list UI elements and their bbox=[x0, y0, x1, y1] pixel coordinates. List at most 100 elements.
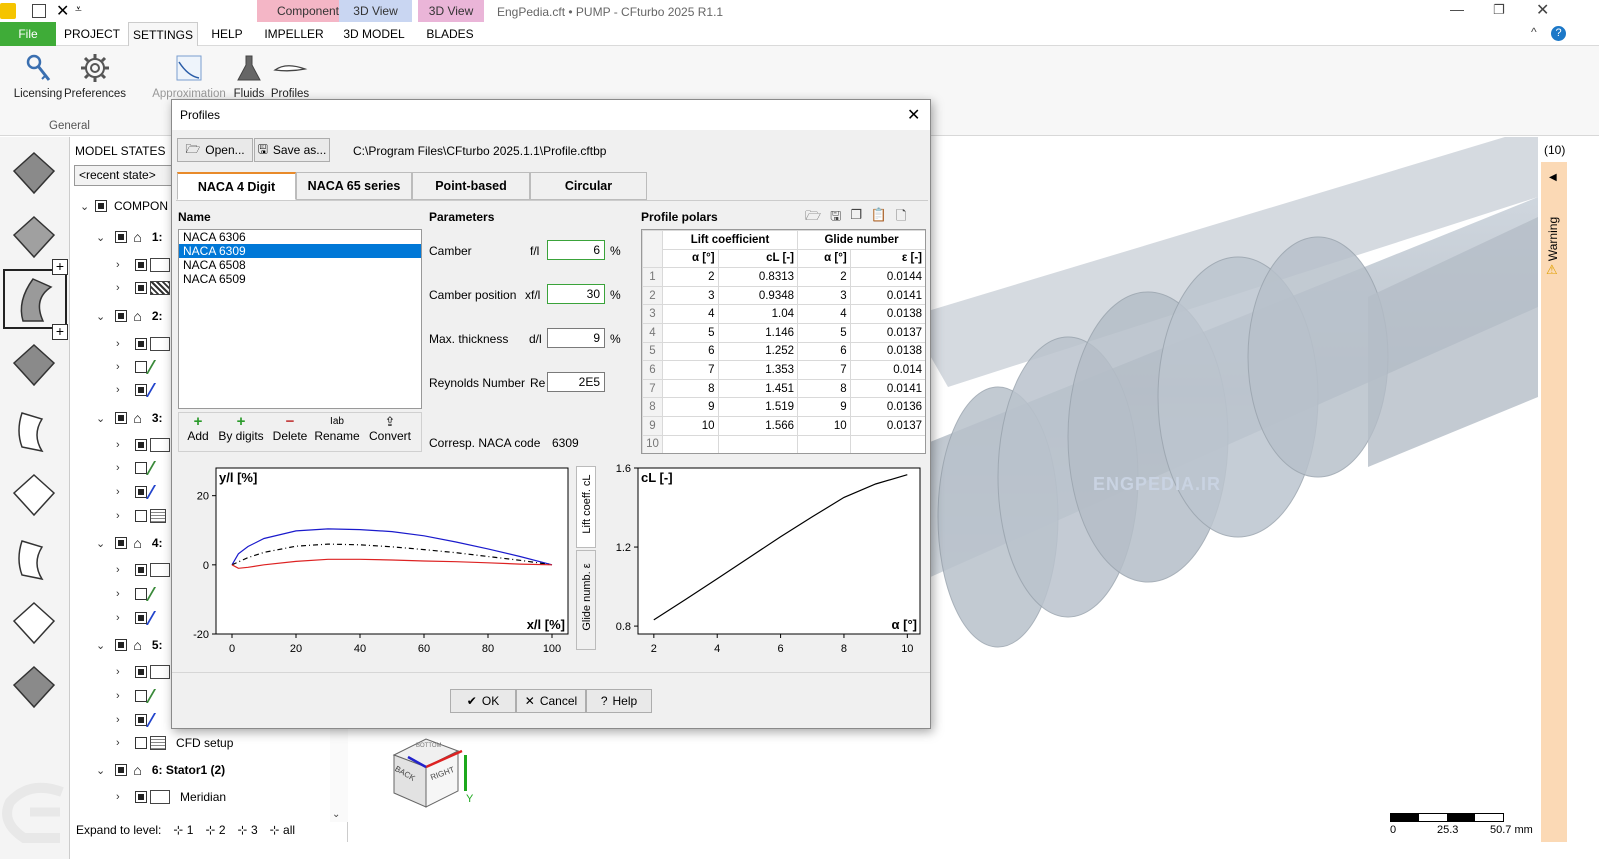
component-shape-icon[interactable] bbox=[8, 147, 60, 199]
add-plus-icon[interactable]: + bbox=[52, 324, 68, 340]
expand-level-3[interactable]: ⊹ 3 bbox=[238, 823, 258, 837]
tree-group-5[interactable]: ⌄ ⌂ 5: bbox=[96, 635, 163, 655]
polars-cell[interactable]: 0.014 bbox=[849, 360, 925, 380]
polars-cell[interactable]: 7 bbox=[797, 360, 851, 380]
tree-item-meridian[interactable]: › Meridian bbox=[116, 787, 226, 807]
dialog-close-icon[interactable]: ✕ bbox=[907, 105, 920, 125]
cancel-button[interactable]: ✕ Cancel bbox=[516, 689, 586, 713]
app-logo-icon[interactable] bbox=[0, 3, 16, 19]
help-button[interactable]: ? Help bbox=[586, 689, 652, 713]
polars-cell[interactable]: 0.0141 bbox=[849, 285, 925, 306]
component-outline-icon[interactable] bbox=[8, 469, 60, 521]
profiles-button[interactable]: Profiles bbox=[268, 52, 312, 100]
polars-row[interactable]: 10 bbox=[642, 434, 925, 453]
tab-naca-4-digit[interactable]: NACA 4 Digit bbox=[177, 172, 296, 200]
polars-cell[interactable]: 1.566 bbox=[717, 415, 799, 436]
polars-cell[interactable]: 6 bbox=[662, 341, 719, 362]
tree-item[interactable]: › bbox=[116, 458, 175, 478]
polars-row[interactable]: 2 3 0.9348 3 0.0141 bbox=[642, 285, 925, 306]
context-tab-3dview-1[interactable]: 3D View bbox=[339, 0, 412, 22]
max-thickness-input[interactable]: 9 bbox=[547, 328, 605, 348]
tree-item[interactable]: › bbox=[116, 435, 171, 455]
polars-cell[interactable]: 5 bbox=[662, 322, 719, 343]
polars-cell[interactable]: 1.252 bbox=[717, 341, 799, 362]
polars-cell[interactable]: 1.519 bbox=[717, 397, 799, 417]
tree-item[interactable]: › bbox=[116, 686, 175, 706]
polars-cell[interactable]: 4 bbox=[662, 304, 719, 324]
component-shape-icon[interactable] bbox=[8, 211, 60, 263]
polars-table-container[interactable]: Lift coefficient Glide number α [°] cL [… bbox=[641, 229, 926, 454]
polars-cell[interactable] bbox=[717, 434, 799, 453]
polars-cell[interactable]: 6 bbox=[797, 341, 851, 362]
paste-icon[interactable]: 📋 bbox=[871, 207, 887, 229]
component-shape-icon[interactable] bbox=[8, 661, 60, 713]
profile-list-item[interactable]: NACA 6508 bbox=[179, 258, 421, 272]
polars-cell[interactable]: 0.0136 bbox=[849, 397, 925, 417]
polars-cell[interactable]: 4 bbox=[797, 304, 851, 324]
delete-button[interactable]: − Delete bbox=[270, 414, 310, 443]
polars-row[interactable]: 3 4 1.04 4 0.0138 bbox=[642, 304, 925, 324]
polars-cell[interactable]: 2 bbox=[797, 267, 851, 287]
tree-item[interactable]: › bbox=[116, 482, 175, 502]
tree-item[interactable]: › bbox=[116, 608, 175, 628]
polars-cell[interactable]: 10 bbox=[797, 415, 851, 436]
tab-settings[interactable]: SETTINGS bbox=[128, 22, 198, 46]
polars-cell[interactable]: 3 bbox=[797, 285, 851, 306]
tree-group-4[interactable]: ⌄ ⌂ 4: bbox=[96, 533, 163, 553]
expand-level-2[interactable]: ⊹ 2 bbox=[205, 823, 225, 837]
polars-cell[interactable]: 0.8313 bbox=[717, 267, 799, 287]
camber-position-input[interactable]: 30 bbox=[547, 284, 605, 304]
restore-icon[interactable]: ❐ bbox=[1493, 2, 1505, 18]
collapse-arrow-icon[interactable]: ◀ bbox=[1549, 172, 1557, 183]
tree-item[interactable]: › bbox=[116, 506, 167, 526]
tab-project[interactable]: PROJECT bbox=[58, 22, 126, 46]
impeller-tool-selected[interactable] bbox=[3, 269, 67, 329]
polars-cell[interactable]: 0.9348 bbox=[717, 285, 799, 306]
polars-row[interactable]: 6 7 1.353 7 0.014 bbox=[642, 360, 925, 380]
tree-item[interactable]: › bbox=[116, 357, 175, 377]
add-plus-icon[interactable]: + bbox=[52, 259, 68, 275]
polars-cell[interactable]: 0.0138 bbox=[849, 304, 925, 324]
polars-cell[interactable]: 0.0137 bbox=[849, 322, 925, 343]
profile-list[interactable]: NACA 6306 NACA 6309 NACA 6508 NACA 6509 bbox=[178, 229, 422, 409]
by-digits-button[interactable]: + By digits bbox=[217, 414, 265, 443]
tab-help[interactable]: HELP bbox=[204, 22, 250, 46]
profile-list-item-selected[interactable]: NACA 6309 bbox=[179, 244, 421, 258]
tab-naca-65-series[interactable]: NACA 65 series bbox=[296, 172, 412, 200]
save-icon[interactable]: 🖫 bbox=[830, 207, 841, 229]
tab-3d-model[interactable]: 3D MODEL bbox=[337, 22, 411, 46]
licensing-button[interactable]: Licensing bbox=[12, 52, 64, 100]
polars-row[interactable]: 7 8 1.451 8 0.0141 bbox=[642, 378, 925, 399]
tab-blades[interactable]: BLADES bbox=[418, 22, 482, 46]
component-outline-icon[interactable] bbox=[8, 597, 60, 649]
quick-access-menu-icon[interactable]: ⩡ bbox=[75, 2, 82, 17]
tree-item[interactable]: › bbox=[116, 560, 171, 580]
polars-row[interactable]: 8 9 1.519 9 0.0136 bbox=[642, 397, 925, 417]
copy-icon[interactable]: ❐ bbox=[850, 207, 862, 229]
fluids-button[interactable]: Fluids bbox=[232, 52, 266, 100]
polars-cell[interactable]: 1.146 bbox=[717, 322, 799, 343]
context-tab-3dview-2[interactable]: 3D View bbox=[418, 0, 484, 22]
polars-cell[interactable]: 0.0141 bbox=[849, 378, 925, 399]
save-as-button[interactable]: 🖫 Save as... bbox=[254, 138, 330, 162]
component-shape-icon[interactable] bbox=[8, 339, 60, 391]
profile-list-item[interactable]: NACA 6509 bbox=[179, 272, 421, 286]
polars-cell[interactable] bbox=[849, 434, 925, 453]
add-button[interactable]: + Add bbox=[183, 414, 213, 443]
save-icon[interactable] bbox=[32, 4, 46, 18]
open-folder-icon[interactable]: 🗁 bbox=[805, 207, 821, 229]
polars-cell[interactable] bbox=[662, 434, 719, 453]
tab-impeller[interactable]: IMPELLER bbox=[257, 22, 331, 46]
tree-item[interactable]: › bbox=[116, 662, 171, 682]
tree-item[interactable]: › bbox=[116, 278, 171, 298]
polars-cell[interactable]: 10 bbox=[662, 415, 719, 436]
warning-strip[interactable]: ◀ Warning ⚠ bbox=[1541, 162, 1567, 842]
polars-cell[interactable]: 2 bbox=[662, 267, 719, 287]
collapse-ribbon-icon[interactable]: ^ bbox=[1531, 25, 1537, 39]
tree-item[interactable]: › bbox=[116, 710, 175, 730]
polars-cell[interactable] bbox=[797, 434, 851, 453]
camber-input[interactable]: 6 bbox=[547, 240, 605, 260]
polars-cell[interactable]: 0.0138 bbox=[849, 341, 925, 362]
profile-list-item[interactable]: NACA 6306 bbox=[179, 230, 421, 244]
tab-circular[interactable]: Circular bbox=[530, 172, 647, 200]
